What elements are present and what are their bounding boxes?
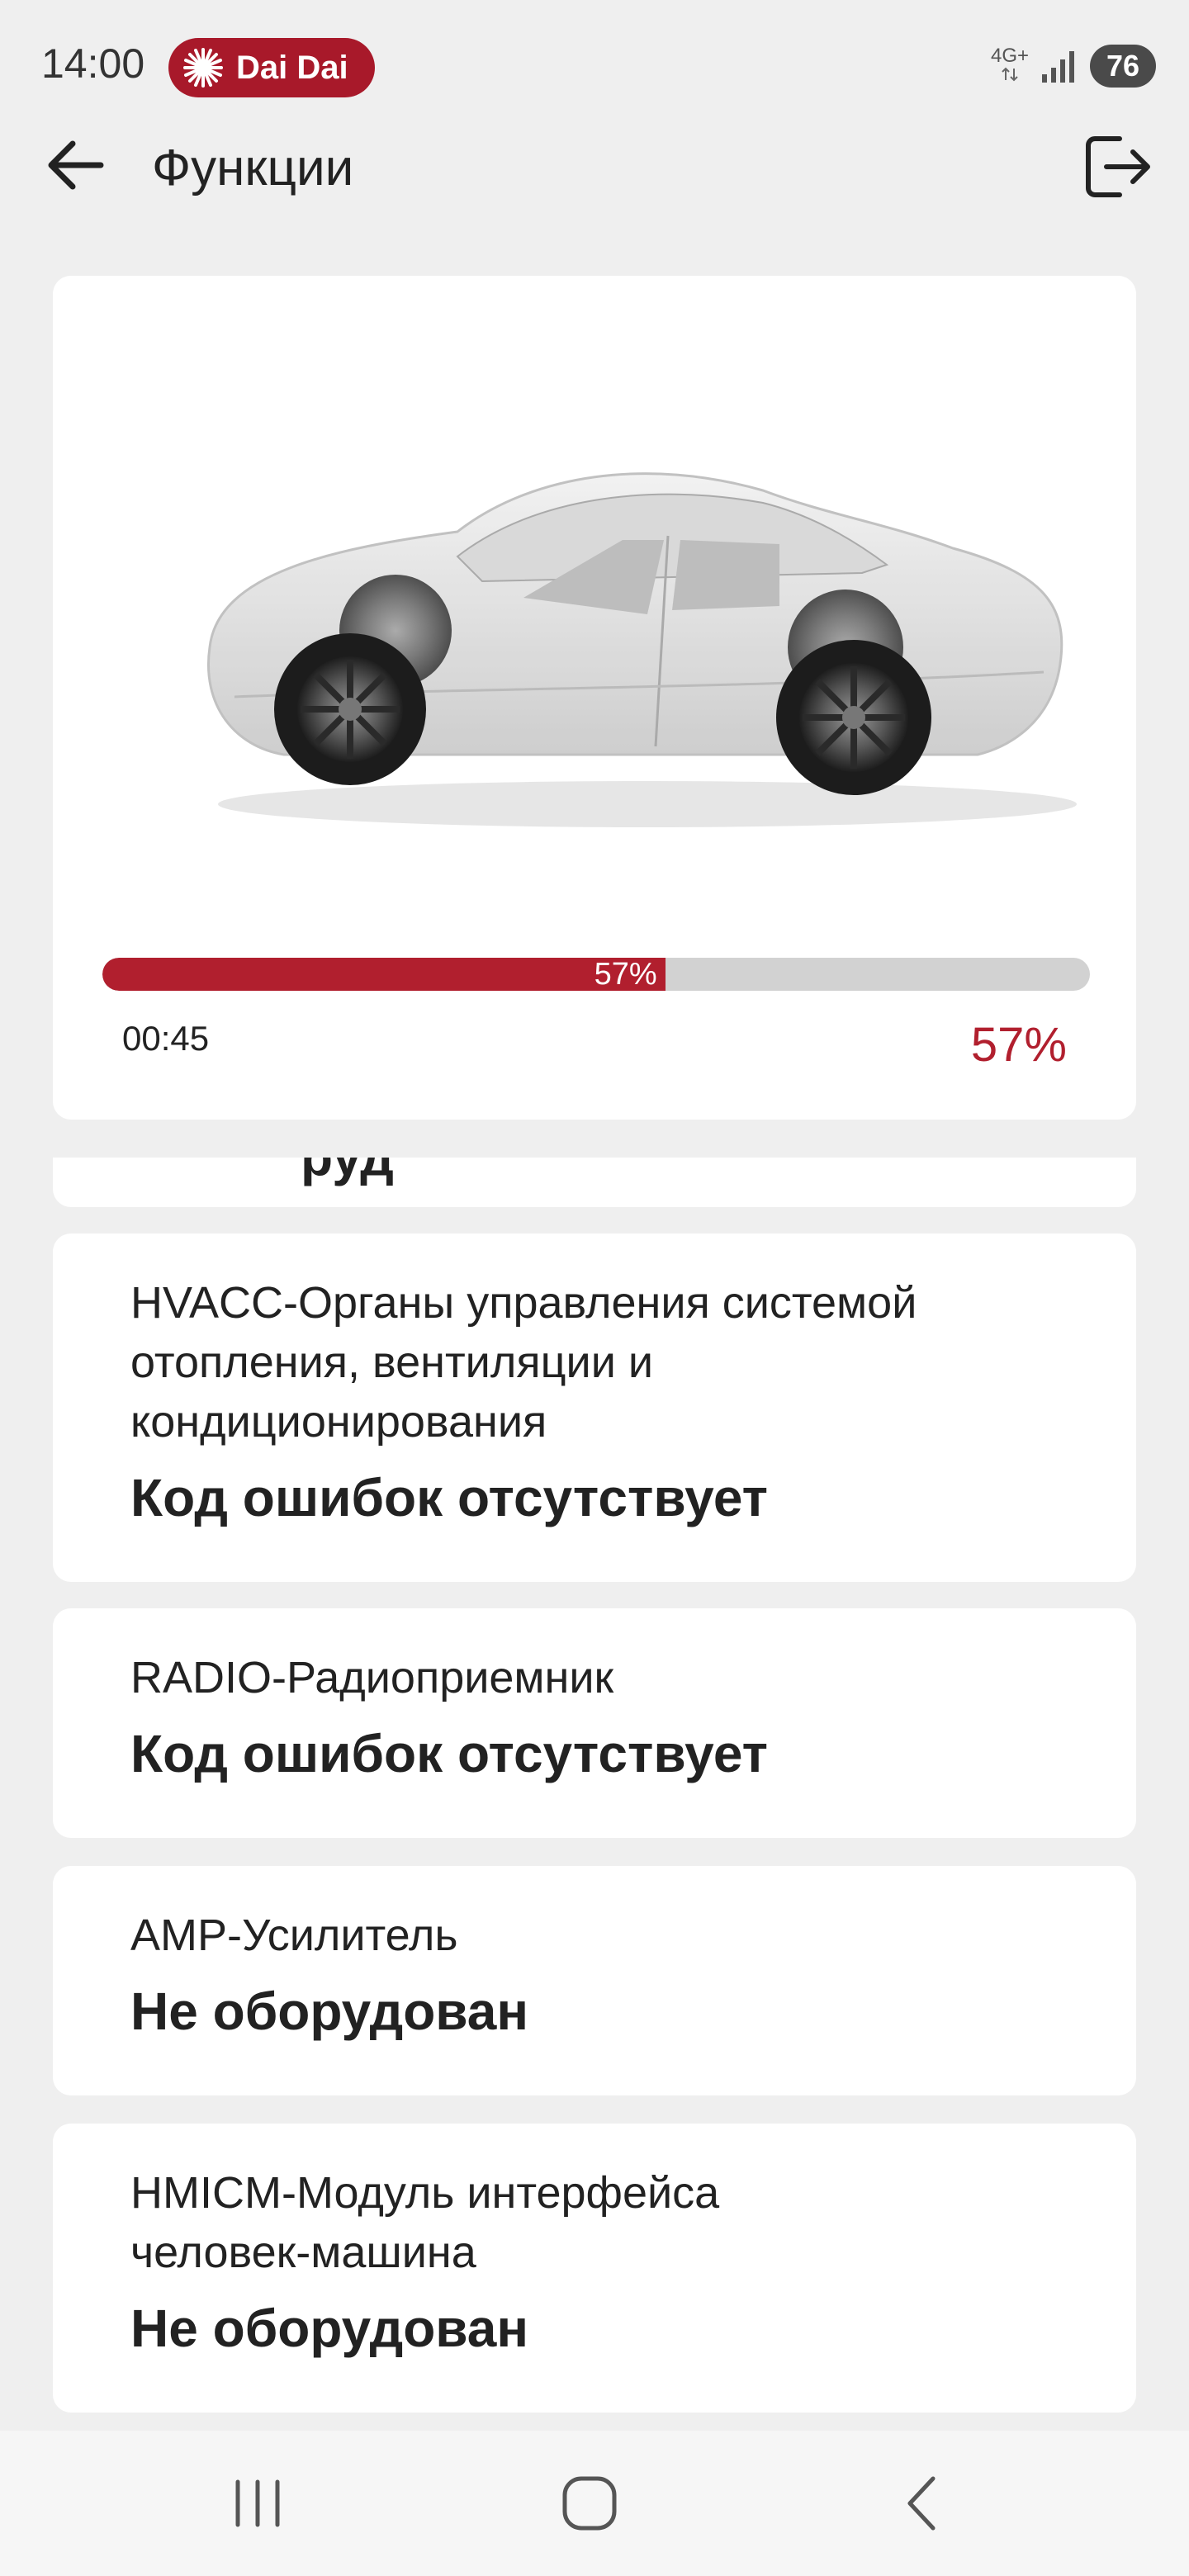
page-title: Функции	[152, 140, 354, 197]
car-illustration	[207, 472, 1077, 827]
battery-indicator: 76	[1090, 45, 1156, 88]
progress-inline-label: 57%	[594, 958, 657, 991]
module-card-amp[interactable]: AMP-Усилитель Не оборудован	[53, 1866, 1136, 2095]
partial-module-card: руд	[53, 1158, 1136, 1207]
module-status: Код ошибок отсутствует	[130, 1468, 768, 1527]
progress-percent: 57%	[970, 1018, 1067, 1072]
status-bar: 14:00 Dai Dai 4G+ 76	[0, 0, 1189, 132]
back-chevron-icon[interactable]	[890, 2469, 959, 2538]
elapsed-time: 00:45	[122, 1019, 210, 1058]
module-status: Не оборудован	[130, 1982, 529, 2041]
network-type: 4G+	[991, 46, 1029, 86]
app-bar: Функции	[0, 116, 1189, 215]
module-status: Код ошибок отсутствует	[130, 1724, 768, 1783]
recent-apps-icon[interactable]	[223, 2469, 292, 2538]
module-card-radio[interactable]: RADIO-Радиоприемник Код ошибок отсутству…	[53, 1608, 1136, 1838]
signal-icon	[1042, 51, 1074, 83]
notification-pill[interactable]: Dai Dai	[168, 38, 375, 97]
system-nav-bar	[0, 2431, 1189, 2576]
arrow-left-icon[interactable]	[41, 130, 111, 200]
module-name: AMP-Усилитель	[130, 1911, 458, 1960]
module-card-hvacc[interactable]: HVACC-Органы управления системой отоплен…	[53, 1234, 1136, 1582]
burst-icon	[183, 48, 223, 88]
progress-bar: 57%	[102, 958, 1090, 991]
status-time: 14:00	[41, 40, 145, 87]
home-icon[interactable]	[555, 2469, 624, 2538]
module-name: HVACC-Органы управления системой отоплен…	[130, 1278, 917, 1447]
module-name: HMICM-Модуль интерфейса человек-машина	[130, 2168, 720, 2277]
status-icons: 4G+ 76	[991, 41, 1156, 91]
module-card-hmicm[interactable]: HMICM-Модуль интерфейса человек-машина Н…	[53, 2124, 1136, 2413]
notification-label: Dai Dai	[236, 49, 348, 86]
data-arrows-icon	[1002, 67, 1018, 82]
logout-icon[interactable]	[1077, 127, 1156, 206]
diagnostic-progress-card: 57% 00:45 57%	[53, 276, 1136, 1120]
module-name: RADIO-Радиоприемник	[130, 1653, 614, 1702]
partial-card-fragment: руд	[301, 1158, 394, 1187]
module-status: Не оборудован	[130, 2299, 529, 2358]
